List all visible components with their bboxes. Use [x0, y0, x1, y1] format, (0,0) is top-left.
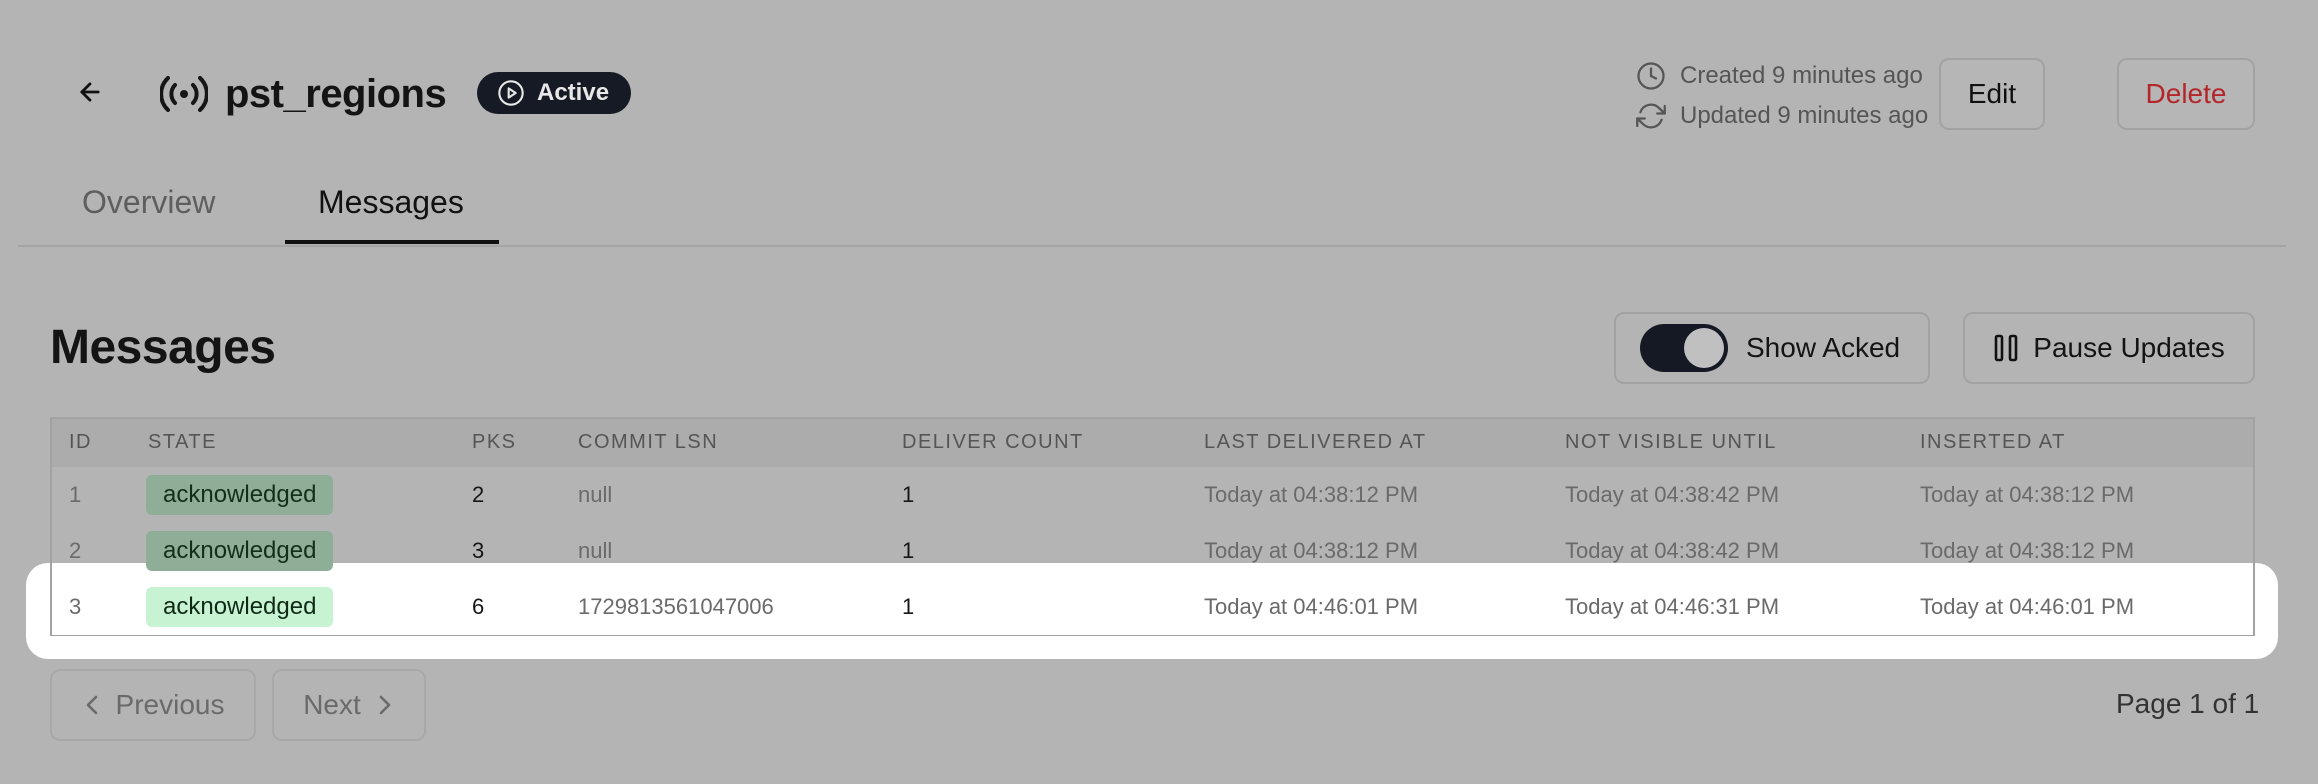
column-header-state: STATE: [148, 431, 217, 453]
cell-last-delivered: Today at 04:38:12 PM: [1204, 482, 1419, 507]
chevron-right-icon: [379, 695, 391, 715]
state-badge: acknowledged: [146, 475, 334, 515]
updated-text: Updated 9 minutes ago: [1680, 102, 1929, 129]
cell-pks: 2: [472, 482, 485, 507]
cell-deliver-count: 1: [902, 538, 915, 563]
cell-inserted-at: Today at 04:38:12 PM: [1920, 538, 2135, 563]
page-indicator: Page 1 of 1: [2116, 688, 2260, 719]
status-label: Active: [537, 79, 610, 106]
edit-button[interactable]: Edit: [1939, 58, 2045, 130]
cell-deliver-count: 1: [902, 482, 915, 507]
column-header-id: ID: [69, 431, 92, 453]
cell-pks: 3: [472, 538, 485, 563]
cell-id: 3: [69, 594, 82, 619]
column-header-inserted-at: INSERTED AT: [1920, 431, 2066, 453]
column-header-deliver-count: DELIVER COUNT: [902, 431, 1084, 453]
next-button[interactable]: Next: [272, 669, 426, 741]
cell-not-visible-until: Today at 04:46:31 PM: [1565, 594, 1780, 619]
cell-not-visible-until: Today at 04:38:42 PM: [1565, 538, 1780, 563]
section-title: Messages: [50, 321, 276, 374]
cell-last-delivered: Today at 04:46:01 PM: [1204, 594, 1419, 619]
column-header-commit-lsn: COMMIT LSN: [578, 431, 719, 453]
toggle-switch[interactable]: [1640, 324, 1728, 372]
clock-icon: [1637, 62, 1665, 90]
page-title: pst_regions: [225, 72, 447, 116]
state-badge: acknowledged: [146, 531, 334, 571]
cell-not-visible-until: Today at 04:38:42 PM: [1565, 482, 1780, 507]
tab-overview[interactable]: Overview: [82, 180, 215, 224]
show-acked-toggle[interactable]: Show Acked: [1614, 312, 1930, 384]
table-row[interactable]: 1 acknowledged 2 null 1 Today at 04:38:1…: [52, 467, 2253, 523]
table-row[interactable]: 2 acknowledged 3 null 1 Today at 04:38:1…: [52, 523, 2253, 579]
cell-commit-lsn: null: [578, 482, 613, 507]
cell-id: 2: [69, 538, 82, 563]
cell-id: 1: [69, 482, 82, 507]
cell-deliver-count: 1: [902, 594, 915, 619]
chevron-left-icon: [86, 695, 97, 715]
refresh-icon: [1636, 103, 1666, 129]
next-label: Next: [303, 689, 361, 720]
table-header: ID STATE PKS COMMIT LSN DELIVER COUNT LA…: [52, 419, 2253, 467]
active-tab-indicator: [285, 240, 499, 244]
previous-label: Previous: [115, 689, 225, 720]
messages-table: ID STATE PKS COMMIT LSN DELIVER COUNT LA…: [50, 417, 2255, 636]
column-header-not-visible-until: NOT VISIBLE UNTIL: [1565, 431, 1777, 453]
cell-inserted-at: Today at 04:46:01 PM: [1920, 594, 2135, 619]
pause-updates-button[interactable]: Pause Updates: [1963, 312, 2255, 384]
play-circle-icon: [498, 80, 524, 106]
pause-icon: [1994, 334, 2018, 362]
delete-button[interactable]: Delete: [2117, 58, 2255, 130]
cell-commit-lsn: null: [578, 538, 613, 563]
timestamps: Created 9 minutes ago Updated 9 minutes …: [1636, 56, 1928, 136]
cell-pks: 6: [472, 594, 485, 619]
arrow-left-icon: [80, 82, 100, 102]
pause-label: Pause Updates: [2033, 332, 2225, 363]
tabs-divider: [18, 245, 2286, 247]
toggle-label: Show Acked: [1746, 332, 1901, 363]
status-badge: Active: [477, 72, 632, 114]
column-header-last-delivered: LAST DELIVERED AT: [1204, 431, 1427, 453]
state-badge: acknowledged: [146, 587, 334, 627]
previous-button[interactable]: Previous: [50, 669, 256, 741]
broadcast-icon: [159, 72, 209, 121]
table-row[interactable]: 3 acknowledged 6 1729813561047006 1 Toda…: [52, 579, 2253, 635]
tab-messages[interactable]: Messages: [318, 180, 464, 224]
cell-inserted-at: Today at 04:38:12 PM: [1920, 482, 2135, 507]
cell-last-delivered: Today at 04:38:12 PM: [1204, 538, 1419, 563]
back-button[interactable]: [70, 72, 110, 112]
created-text: Created 9 minutes ago: [1680, 62, 1923, 89]
toggle-knob: [1684, 328, 1724, 368]
column-header-pks: PKS: [472, 431, 517, 453]
cell-commit-lsn: 1729813561047006: [578, 594, 774, 619]
